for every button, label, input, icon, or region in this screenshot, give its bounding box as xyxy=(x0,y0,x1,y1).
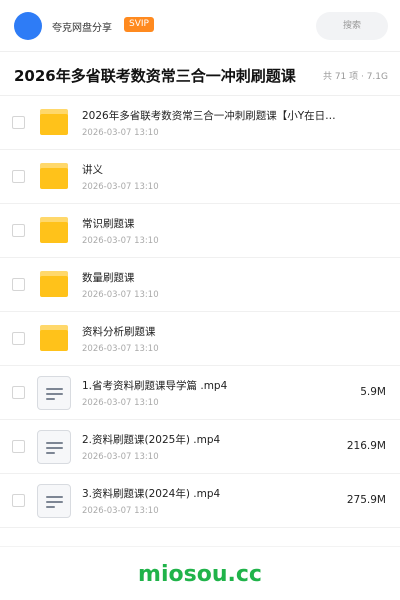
item-date: 2026-03-07 13:10 xyxy=(82,398,159,408)
select-checkbox[interactable] xyxy=(12,278,25,291)
title-bar: 2026年多省联考数资常三合一冲刺刷题课 共 71 项 · 7.1G xyxy=(0,52,400,96)
select-checkbox[interactable] xyxy=(12,494,25,507)
video-file-icon xyxy=(37,430,71,464)
item-name: 资料分析刷题课 xyxy=(82,326,156,338)
list-item[interactable]: 数量刷题课 2026-03-07 13:10 xyxy=(0,258,400,312)
select-checkbox[interactable] xyxy=(12,332,25,345)
item-size: 275.9M xyxy=(346,494,386,506)
list-item[interactable]: 2026年多省联考数资常三合一冲刺刷题课【小Y在日… 2026-03-07 13… xyxy=(0,96,400,150)
item-date: 2026-03-07 13:10 xyxy=(82,290,159,300)
item-name: 常识刷题课 xyxy=(82,218,135,230)
select-checkbox[interactable] xyxy=(12,170,25,183)
select-checkbox[interactable] xyxy=(12,440,25,453)
folder-icon xyxy=(40,325,68,351)
item-date: 2026-03-07 13:10 xyxy=(82,182,159,192)
list-item[interactable]: 讲义 2026-03-07 13:10 xyxy=(0,150,400,204)
watermark: miosou.cc xyxy=(138,562,262,587)
list-item[interactable]: 资料分析刷题课 2026-03-07 13:10 xyxy=(0,312,400,366)
video-file-icon xyxy=(37,484,71,518)
list-item[interactable]: 常识刷题课 2026-03-07 13:10 xyxy=(0,204,400,258)
item-size: 5.9M xyxy=(360,386,386,398)
search-input[interactable]: 搜索 xyxy=(316,12,388,40)
item-name: 1.省考资料刷题课导学篇 .mp4 xyxy=(82,380,228,392)
folder-icon xyxy=(40,109,68,135)
item-date: 2026-03-07 13:10 xyxy=(82,344,159,354)
list-item[interactable]: 3.资料刷题课(2024年) .mp4 2026-03-07 13:10 275… xyxy=(0,474,400,528)
item-name: 2.资料刷题课(2025年) .mp4 xyxy=(82,434,221,446)
item-name: 讲义 xyxy=(82,164,103,176)
header: 夸克网盘分享 SVIP 搜索 xyxy=(0,0,400,52)
folder-icon xyxy=(40,271,68,297)
avatar[interactable] xyxy=(14,12,42,40)
file-list: 2026年多省联考数资常三合一冲刺刷题课【小Y在日… 2026-03-07 13… xyxy=(0,96,400,528)
select-checkbox[interactable] xyxy=(12,116,25,129)
item-summary: 共 71 项 · 7.1G xyxy=(322,72,388,82)
item-name: 2026年多省联考数资常三合一冲刺刷题课【小Y在日… xyxy=(82,110,336,122)
item-name: 数量刷题课 xyxy=(82,272,135,284)
item-size: 216.9M xyxy=(346,440,386,452)
video-file-icon xyxy=(37,376,71,410)
folder-icon xyxy=(40,217,68,243)
share-page: 夸克网盘分享 SVIP 搜索 2026年多省联考数资常三合一冲刺刷题课 共 71… xyxy=(0,0,400,600)
item-date: 2026-03-07 13:10 xyxy=(82,128,159,138)
svip-badge: SVIP xyxy=(124,17,154,32)
item-date: 2026-03-07 13:10 xyxy=(82,236,159,246)
brand-name: 夸克网盘分享 xyxy=(52,23,112,34)
item-name: 3.资料刷题课(2024年) .mp4 xyxy=(82,488,221,500)
select-checkbox[interactable] xyxy=(12,224,25,237)
select-checkbox[interactable] xyxy=(12,386,25,399)
item-date: 2026-03-07 13:10 xyxy=(82,506,159,516)
folder-icon xyxy=(40,163,68,189)
page-title: 2026年多省联考数资常三合一冲刺刷题课 xyxy=(14,67,296,85)
list-item[interactable]: 1.省考资料刷题课导学篇 .mp4 2026-03-07 13:10 5.9M xyxy=(0,366,400,420)
list-item[interactable]: 2.资料刷题课(2025年) .mp4 2026-03-07 13:10 216… xyxy=(0,420,400,474)
footer-divider xyxy=(0,546,400,547)
item-date: 2026-03-07 13:10 xyxy=(82,452,159,462)
